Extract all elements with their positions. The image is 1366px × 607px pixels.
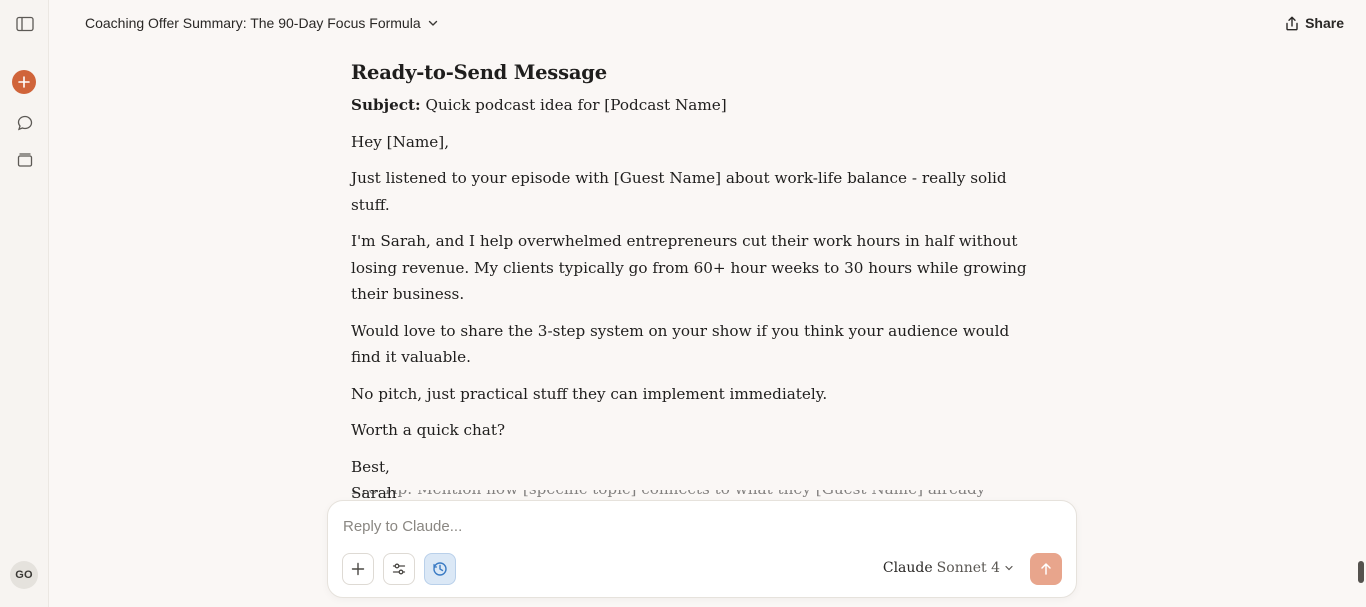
chevron-down-icon [428,20,437,26]
clock-icon [433,562,447,576]
signoff: Best, [351,457,390,476]
tools-button[interactable] [383,553,415,585]
assistant-message: Ready-to-Send Message Subject: Quick pod… [351,58,1031,517]
subject-text: Quick podcast idea for [Podcast Name] [425,96,727,114]
sidebar-toggle-icon[interactable] [12,11,37,36]
projects-icon[interactable] [12,147,37,172]
paragraph-episode: Just listened to your episode with [Gues… [351,169,1007,214]
paragraph-intro: I'm Sarah, and I help overwhelmed entrep… [351,232,1027,303]
plus-icon [351,562,365,576]
extended-thinking-button[interactable] [424,553,456,585]
subject-line: Subject: Quick podcast idea for [Podcast… [351,92,1031,119]
arrow-up-icon [1041,563,1051,575]
chevron-down-icon [1005,565,1013,571]
model-version: Sonnet 4 [936,560,1000,576]
sliders-icon [392,563,406,575]
scrollbar-thumb[interactable] [1358,561,1364,583]
message-heading: Ready-to-Send Message [351,61,607,84]
share-icon [1286,16,1298,30]
top-header: Coaching Offer Summary: The 90-Day Focus… [49,0,1366,48]
share-label: Share [1305,15,1344,31]
paragraph-offer: Would love to share the 3-step system on… [351,321,1010,367]
user-avatar[interactable]: GO [10,561,38,589]
share-button[interactable]: Share [1285,15,1344,31]
reply-input[interactable]: Reply to Claude... [343,518,462,535]
reply-composer: Reply to Claude... Claude Sonnet 4 [327,500,1077,598]
add-attachment-button[interactable] [342,553,374,585]
left-rail: GO [0,0,49,607]
chats-icon[interactable] [12,110,37,135]
paragraph-no-pitch: No pitch, just practical stuff they can … [351,384,828,403]
send-button[interactable] [1030,553,1062,585]
new-chat-button[interactable] [12,70,36,94]
paragraph-greeting: Hey [Name], [351,132,450,151]
plus-icon [18,76,30,88]
chat-title: Coaching Offer Summary: The 90-Day Focus… [85,15,421,31]
model-selector[interactable]: Claude Sonnet 4 [883,560,1014,576]
chat-title-menu[interactable]: Coaching Offer Summary: The 90-Day Focus… [85,15,439,31]
model-name: Claude [882,560,933,576]
paragraph-cta: Worth a quick chat? [351,421,506,439]
subject-label: Subject: [351,96,421,114]
